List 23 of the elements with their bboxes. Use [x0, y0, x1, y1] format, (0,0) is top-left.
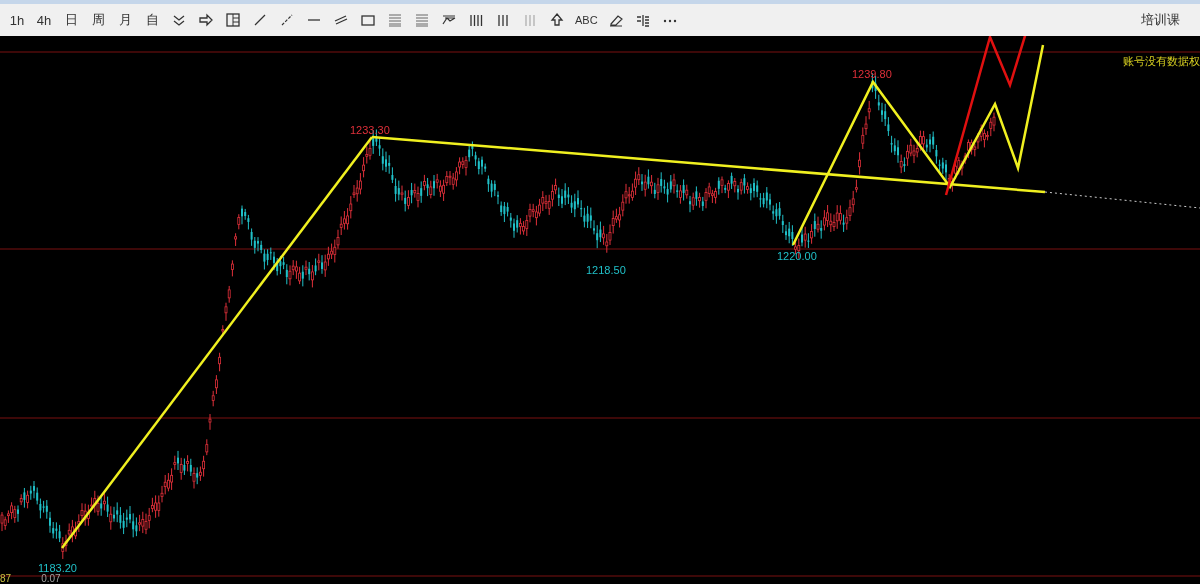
timeframe-button[interactable]: 日	[60, 9, 82, 31]
permission-notice: 账号没有数据权	[1123, 54, 1200, 69]
price-label: 1218.50	[586, 264, 626, 276]
timeframe-button[interactable]: 月	[114, 9, 136, 31]
vertical-lines-icon[interactable]	[468, 12, 484, 28]
indicator-value: 87	[0, 574, 12, 584]
timeframe-button[interactable]: 周	[87, 9, 109, 31]
timeframe-button[interactable]: 4h	[33, 9, 55, 31]
price-label: 1183.20	[38, 562, 77, 574]
line-icon[interactable]	[252, 12, 268, 28]
price-label: 1220.00	[777, 250, 817, 262]
rectangle-icon[interactable]	[360, 12, 376, 28]
price-label: 1233.30	[350, 124, 390, 136]
price-label: 1239.80	[852, 68, 892, 80]
indicator-value: 0.07	[41, 574, 61, 584]
list-settings-icon[interactable]	[634, 12, 651, 28]
up-arrow-icon[interactable]	[549, 12, 565, 28]
course-button[interactable]: 培训课	[1139, 9, 1182, 31]
layout-icon[interactable]	[225, 12, 241, 28]
text-tool-button[interactable]: ABC	[573, 9, 600, 31]
timeframe-button[interactable]: 1h	[6, 9, 28, 31]
timeframe-button[interactable]: 自	[141, 9, 163, 31]
arrow-icon[interactable]	[198, 12, 214, 28]
